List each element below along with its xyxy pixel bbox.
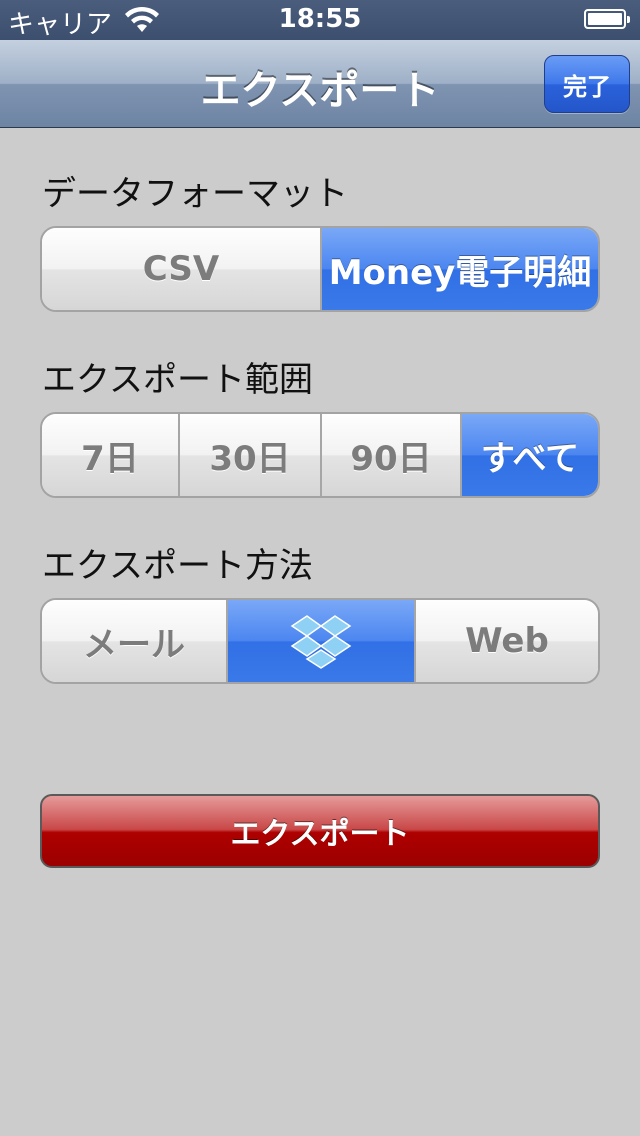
export-button[interactable]: エクスポート [40, 794, 600, 868]
method-option-dropbox[interactable] [228, 600, 416, 682]
range-option-all[interactable]: すべて [462, 414, 598, 496]
dropbox-icon [290, 615, 352, 669]
export-screen: キャリア 18:55 エクスポート 完了 データフォーマット CSV Money… [0, 0, 640, 1136]
format-segmented-control: CSV Money電子明細 [40, 226, 600, 312]
battery-icon [584, 9, 630, 29]
range-option-90days[interactable]: 90日 [322, 414, 462, 496]
method-option-mail[interactable]: メール [42, 600, 228, 682]
navigation-bar: エクスポート 完了 [0, 40, 640, 128]
method-label: エクスポート方法 [42, 546, 313, 586]
method-segmented-control: メール Web [40, 598, 600, 684]
clock: 18:55 [278, 4, 362, 34]
format-option-money[interactable]: Money電子明細 [322, 228, 598, 310]
status-bar: キャリア 18:55 [0, 0, 640, 40]
range-label: エクスポート範囲 [42, 360, 313, 400]
range-option-7days[interactable]: 7日 [42, 414, 180, 496]
done-button[interactable]: 完了 [544, 55, 630, 113]
format-label: データフォーマット [42, 174, 348, 214]
method-option-web[interactable]: Web [416, 600, 598, 682]
range-option-30days[interactable]: 30日 [180, 414, 322, 496]
range-segmented-control: 7日 30日 90日 すべて [40, 412, 600, 498]
format-option-csv[interactable]: CSV [42, 228, 322, 310]
